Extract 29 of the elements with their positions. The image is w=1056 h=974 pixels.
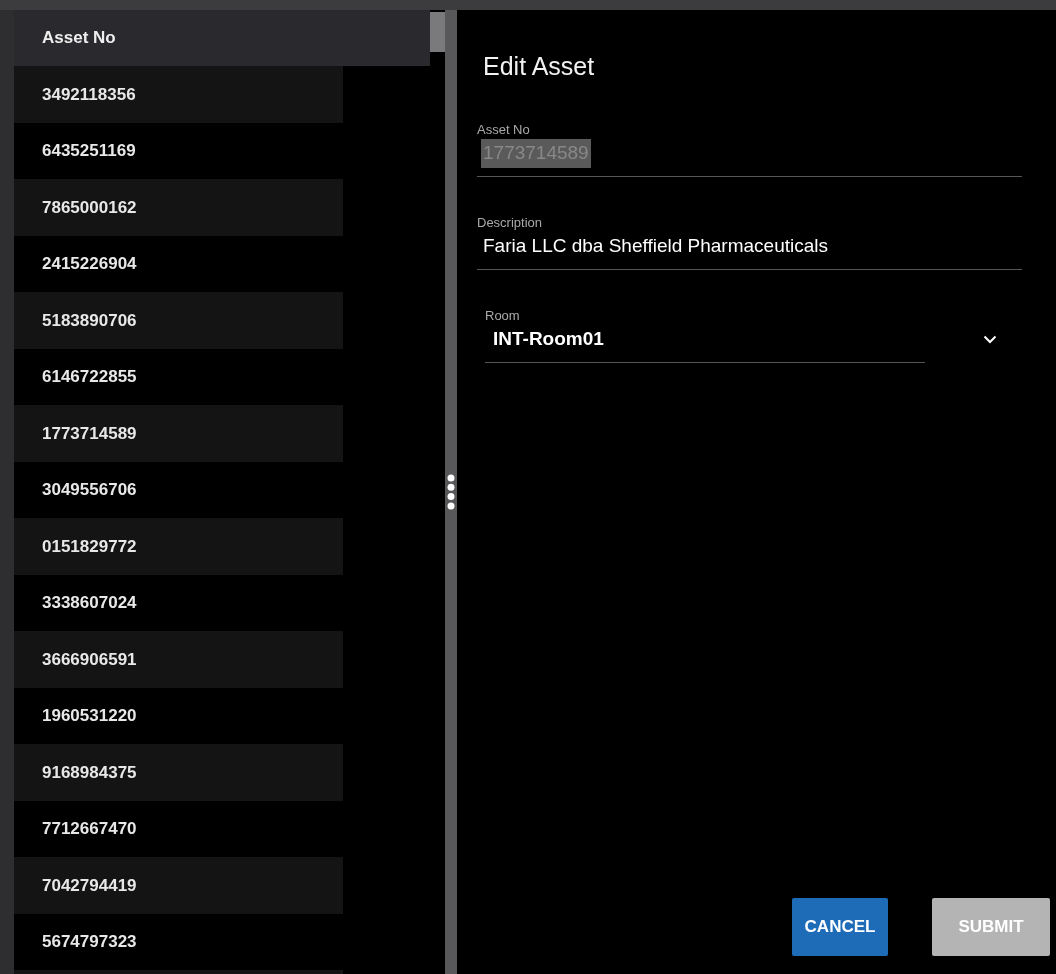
scrollbar-thumb[interactable] — [430, 12, 445, 52]
room-select[interactable]: Room INT-Room01 — [485, 305, 925, 363]
action-button[interactable]: CANCEL — [792, 898, 888, 956]
table-row[interactable]: 6146722855 — [14, 348, 343, 405]
input-field[interactable]: Description Faria LLC dba Sheffield Pharmaceuticals — [477, 212, 1022, 270]
chevron-down-icon — [983, 334, 997, 344]
table-row[interactable]: 7865000162 — [14, 179, 343, 236]
table-row[interactable]: 1773714589 — [14, 405, 343, 462]
table-row[interactable]: 6435251169 — [14, 122, 343, 179]
table-row[interactable]: 2415226904 — [14, 235, 343, 292]
table-row[interactable]: 1960531220 — [14, 687, 343, 744]
table-row[interactable]: 3338607024 — [14, 574, 343, 631]
field-value: INT-Room01 — [492, 327, 604, 351]
field-label: Room — [485, 306, 521, 325]
grip-icon — [447, 474, 455, 510]
table-row[interactable]: 0151829772 — [14, 518, 343, 575]
table-row[interactable]: 5183890706 — [14, 292, 343, 349]
field-label: Description — [477, 213, 544, 232]
table-row[interactable]: 3049556706 — [14, 461, 343, 518]
form-title: Edit Asset — [483, 51, 596, 82]
table-row[interactable]: 9168984375 — [14, 744, 343, 801]
table-row[interactable]: 5674797323 — [14, 913, 343, 970]
field-value: Faria LLC dba Sheffield Pharmaceuticals — [482, 234, 829, 258]
column-header[interactable]: Asset No — [14, 10, 430, 66]
table-row[interactable]: 3492118356 — [14, 66, 343, 123]
table-row[interactable]: 7712667470 — [14, 800, 343, 857]
field-label: Asset No — [477, 120, 531, 139]
table-row[interactable]: 7042794419 — [14, 857, 343, 914]
table-row[interactable]: 3666906591 — [14, 631, 343, 688]
